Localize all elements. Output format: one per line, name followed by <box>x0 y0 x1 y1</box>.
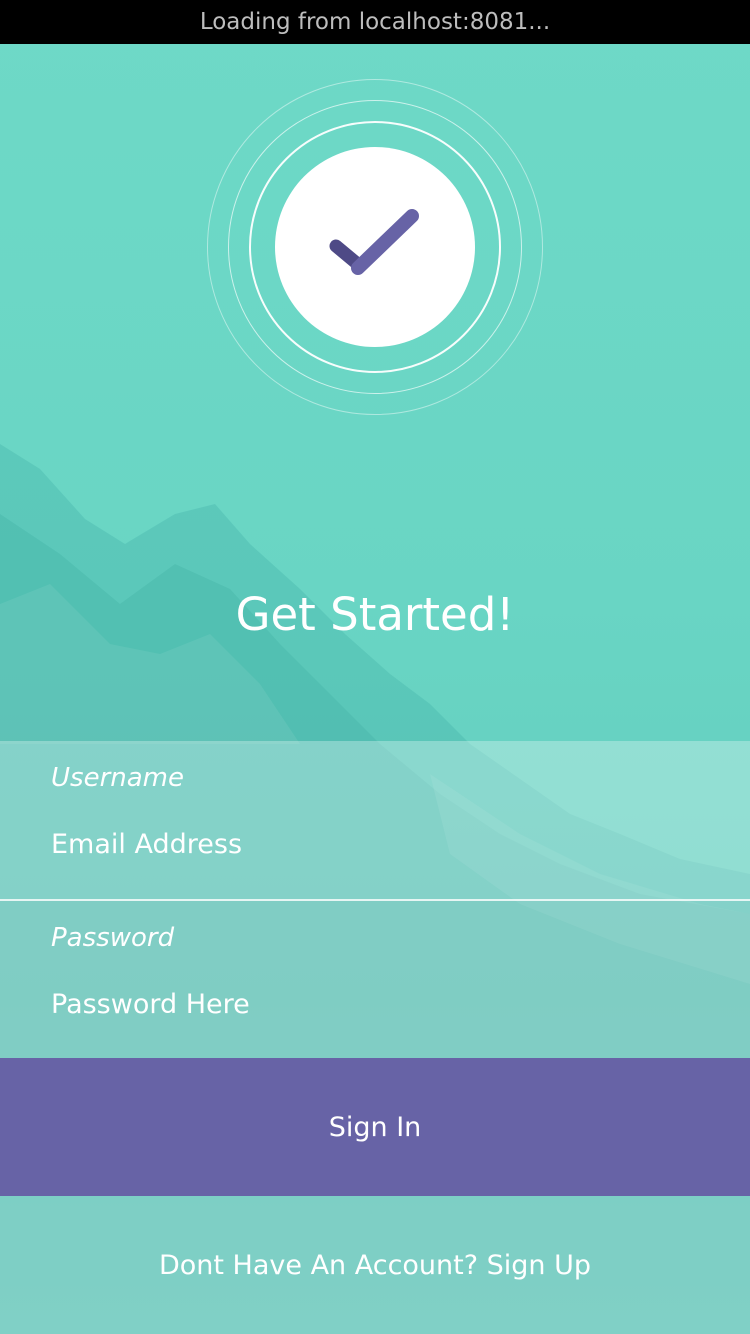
page-title: Get Started! <box>235 588 515 641</box>
checkmark-icon <box>329 209 419 275</box>
sign-in-button[interactable]: Sign In <box>0 1058 750 1196</box>
password-input[interactable]: Password Here <box>51 989 250 1020</box>
password-field[interactable]: Password Password Here <box>0 899 750 1059</box>
logo <box>207 79 543 415</box>
status-bar: Loading from localhost:8081... <box>0 0 750 44</box>
email-input[interactable]: Email Address <box>51 829 242 860</box>
status-bar-text: Loading from localhost:8081... <box>199 9 551 35</box>
footer: Dont Have An Account? Sign Up <box>0 1196 750 1334</box>
sign-up-link[interactable]: Dont Have An Account? Sign Up <box>0 1196 750 1334</box>
username-field[interactable]: Username Email Address <box>0 741 750 899</box>
logo-circle <box>275 147 475 347</box>
login-screen: Loading from localhost:8081... Get Start… <box>0 0 750 1334</box>
password-label: Password <box>51 923 175 953</box>
username-label: Username <box>51 763 184 793</box>
sign-in-label: Sign In <box>328 1111 422 1143</box>
login-form: Username Email Address Password Password… <box>0 741 750 1059</box>
